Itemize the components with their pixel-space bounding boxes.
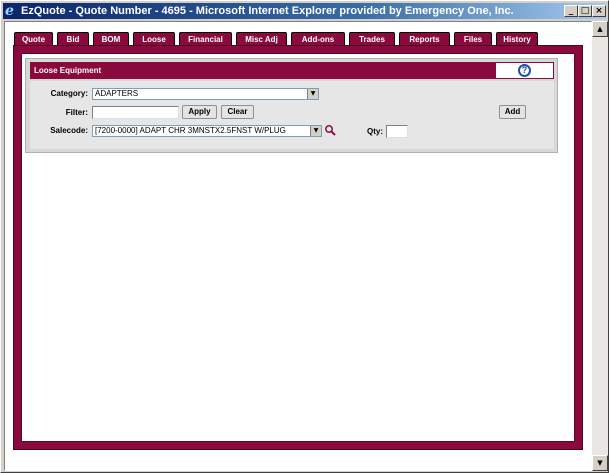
window-title: EzQuote - Quote Number - 4695 - Microsof… [21,5,514,17]
browser-window: e EzQuote - Quote Number - 4695 - Micros… [0,0,609,473]
tab-reports[interactable]: Reports [399,32,450,46]
chevron-down-icon[interactable]: ▼ [307,89,318,99]
tab-bid[interactable]: Bid [57,32,89,46]
minimize-button[interactable]: _ [564,5,578,17]
clear-button[interactable]: Clear [221,105,254,119]
chevron-down-icon[interactable]: ▼ [310,126,321,136]
category-value: ADAPTERS [95,89,139,98]
filter-input[interactable] [92,106,179,119]
tab-trades[interactable]: Trades [349,32,395,46]
filter-label: Filter: [65,108,88,117]
tab-quote[interactable]: Quote [14,32,53,46]
tab-bom[interactable]: BOM [93,32,129,46]
add-button[interactable]: Add [499,105,526,119]
tab-add-ons[interactable]: Add-ons [291,32,345,46]
qty-label: Qty: [367,127,383,136]
title-bar[interactable]: e EzQuote - Quote Number - 4695 - Micros… [3,3,606,19]
close-button[interactable]: × [592,5,606,17]
category-label: Category: [50,89,88,98]
scroll-up-button[interactable]: ▲ [592,21,608,37]
salecode-select[interactable]: [7200-0000] ADAPT CHR 3MNSTX2.5FNST W/PL… [92,125,322,137]
section-title: Loose Equipment [30,62,495,79]
qty-input[interactable] [386,125,408,138]
tab-misc-adj[interactable]: Misc Adj [236,32,287,46]
search-icon[interactable] [324,124,336,136]
scroll-down-button[interactable]: ▼ [592,455,608,471]
category-select[interactable]: ADAPTERS ▼ [92,88,319,100]
tab-loose[interactable]: Loose [133,32,175,46]
ie-logo-icon: e [5,3,14,19]
salecode-value: [7200-0000] ADAPT CHR 3MNSTX2.5FNST W/PL… [95,126,286,135]
vertical-scrollbar[interactable]: ▲ ▼ [592,21,608,471]
tab-files[interactable]: Files [454,32,492,46]
salecode-label: Salecode: [50,126,88,135]
help-icon[interactable]: ? [518,64,531,77]
tab-financial[interactable]: Financial [179,32,232,46]
maximize-button[interactable]: □ [578,5,592,17]
help-container: ? [495,62,554,79]
apply-button[interactable]: Apply [182,105,217,119]
tab-history[interactable]: History [496,32,538,46]
